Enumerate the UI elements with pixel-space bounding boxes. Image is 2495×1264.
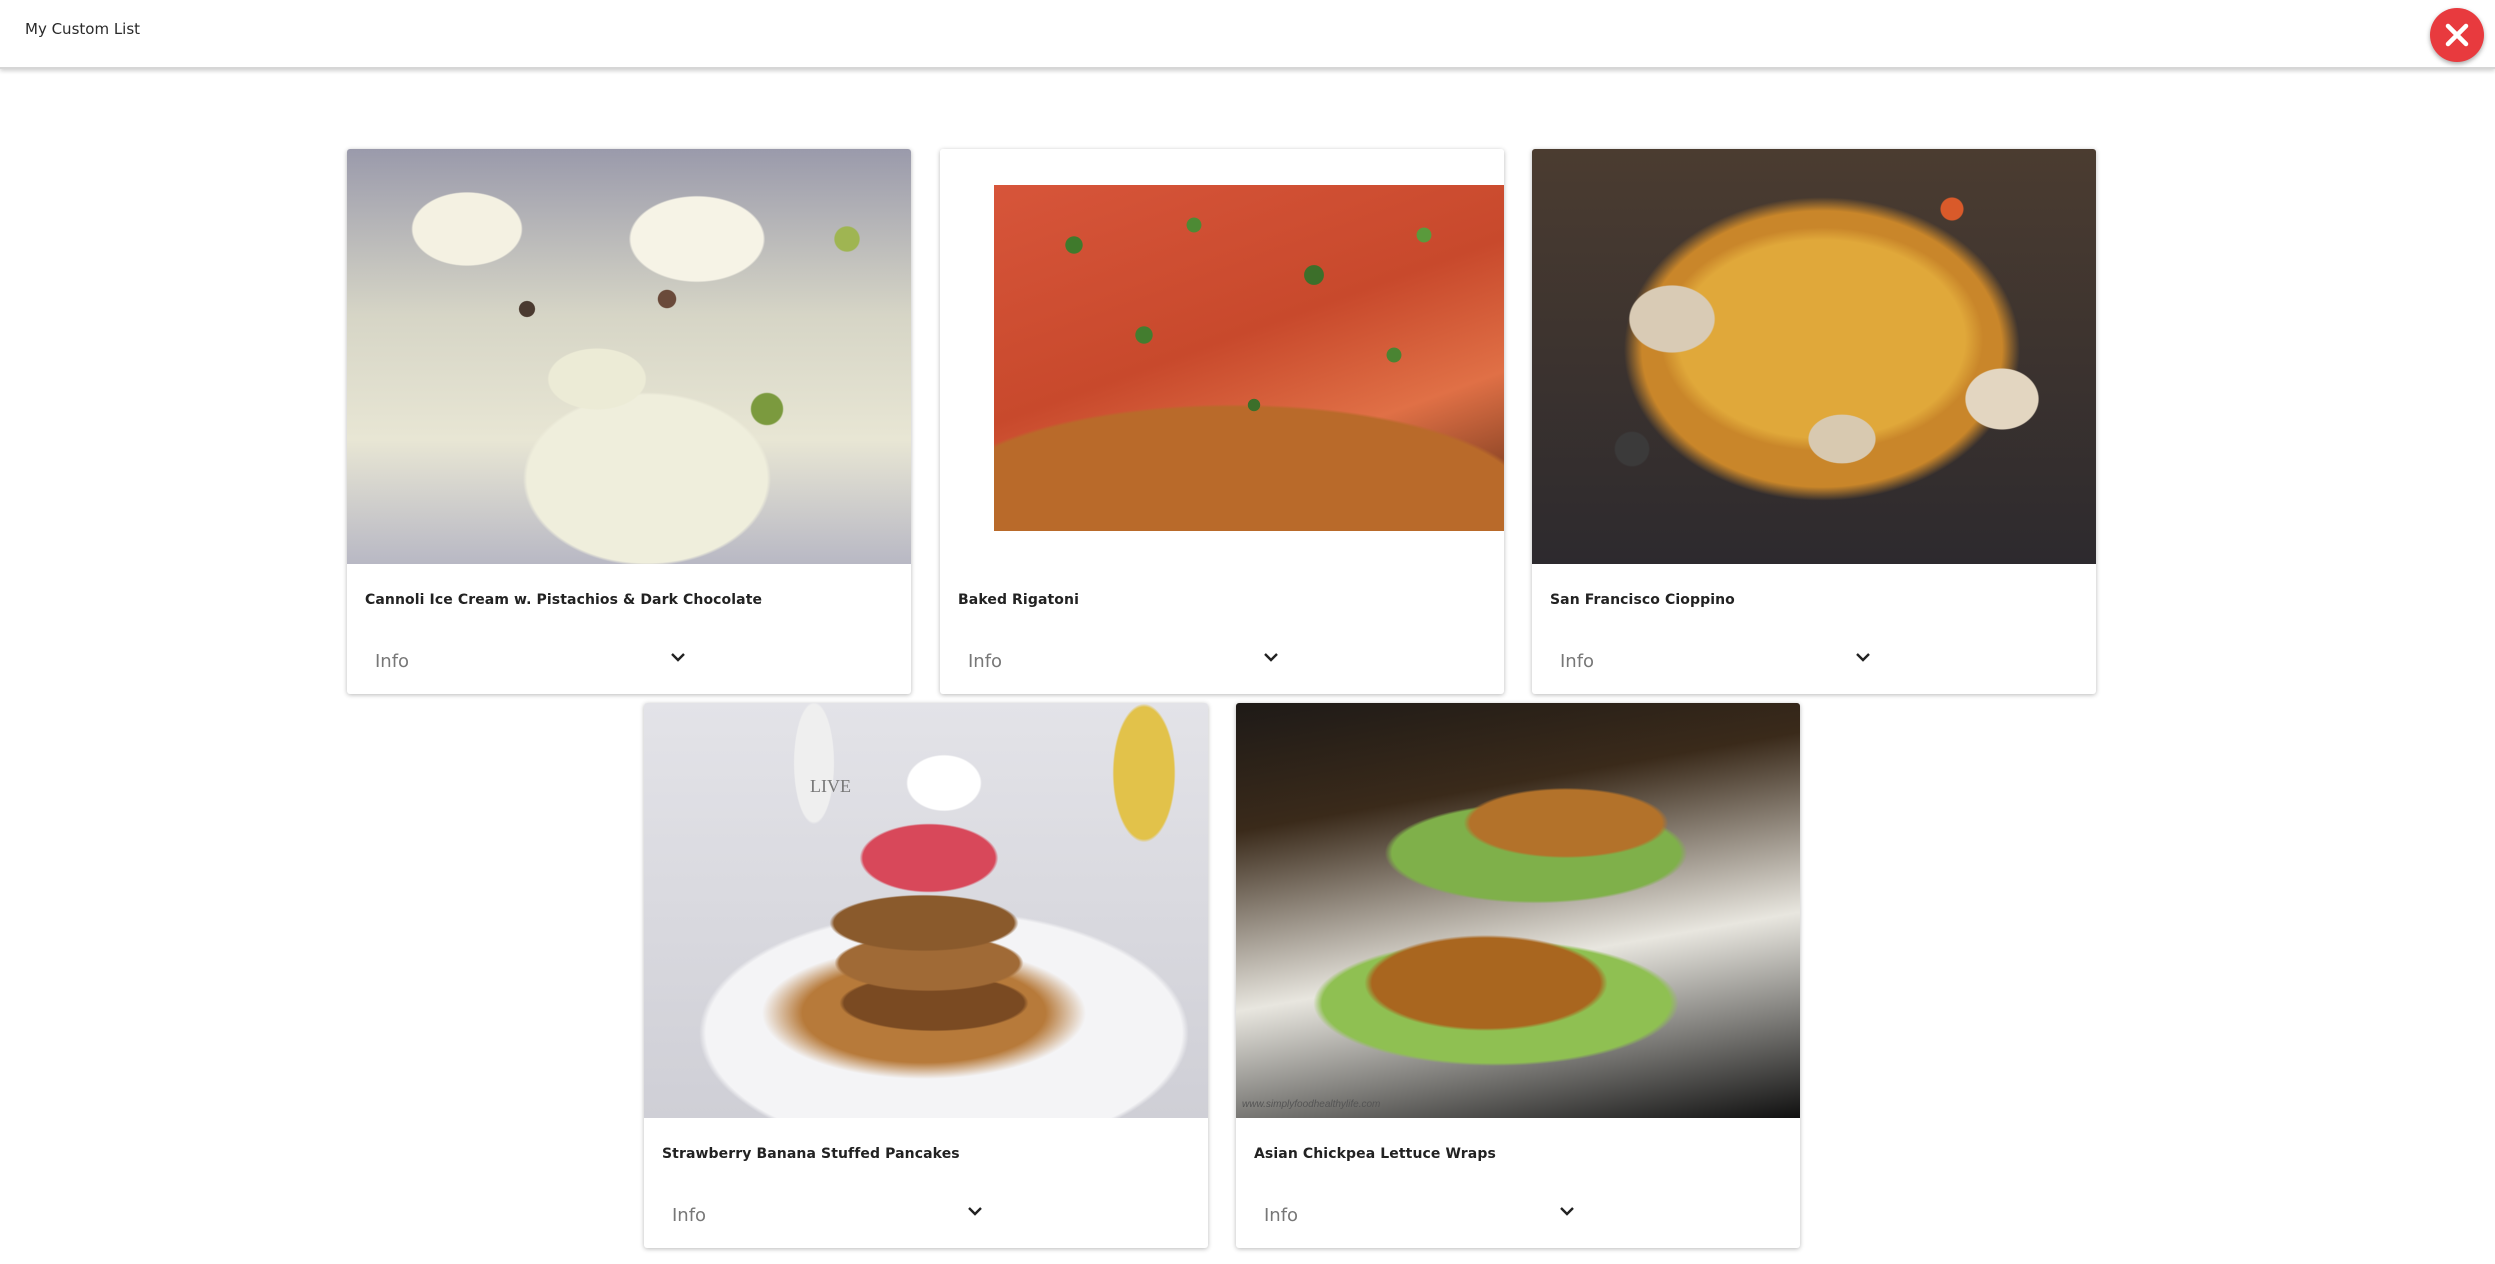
- info-label: Info: [968, 651, 1003, 672]
- top-app-bar: My Custom List: [0, 0, 2495, 69]
- info-expander[interactable]: Info: [644, 1183, 1208, 1243]
- recipe-title: Cannoli Ice Cream w. Pistachios & Dark C…: [365, 592, 763, 608]
- info-label: Info: [672, 1205, 707, 1226]
- info-expander[interactable]: Info: [940, 629, 1504, 689]
- info-label: Info: [1560, 651, 1595, 672]
- recipe-card[interactable]: www.simplyfoodhealthylife.com Asian Chic…: [1236, 703, 1800, 1248]
- info-expander[interactable]: Info: [347, 629, 911, 689]
- recipe-title: San Francisco Cioppino: [1550, 592, 1735, 608]
- recipe-photo: [994, 185, 1504, 531]
- recipe-card[interactable]: Cannoli Ice Cream w. Pistachios & Dark C…: [347, 149, 911, 694]
- recipe-image[interactable]: [940, 149, 1504, 564]
- chevron-down-icon: [671, 653, 685, 662]
- recipe-image[interactable]: LIVE: [644, 703, 1208, 1118]
- recipe-title: Asian Chickpea Lettuce Wraps: [1254, 1146, 1496, 1162]
- image-watermark: www.simplyfoodhealthylife.com: [1242, 1099, 1381, 1110]
- bottle-label: LIVE: [810, 776, 851, 796]
- chevron-down-icon: [1560, 1207, 1574, 1216]
- page-title: My Custom List: [25, 20, 141, 38]
- recipe-card[interactable]: San Francisco Cioppino Info: [1532, 149, 2096, 694]
- chevron-down-icon: [1856, 653, 1870, 662]
- info-expander[interactable]: Info: [1236, 1183, 1800, 1243]
- recipe-image[interactable]: [1532, 149, 2096, 564]
- chevron-down-icon: [1264, 653, 1278, 662]
- info-label: Info: [1264, 1205, 1299, 1226]
- recipe-image[interactable]: [347, 149, 911, 564]
- recipe-title: Strawberry Banana Stuffed Pancakes: [662, 1146, 960, 1162]
- recipe-card[interactable]: Baked Rigatoni Info: [940, 149, 1504, 694]
- recipe-title: Baked Rigatoni: [958, 592, 1079, 608]
- recipe-card[interactable]: LIVE Strawberry Banana Stuffed Pancakes …: [644, 703, 1208, 1248]
- chevron-down-icon: [968, 1207, 982, 1216]
- close-button[interactable]: [2430, 8, 2484, 62]
- info-expander[interactable]: Info: [1532, 629, 2096, 689]
- info-label: Info: [375, 651, 410, 672]
- recipe-image[interactable]: www.simplyfoodhealthylife.com: [1236, 703, 1800, 1118]
- close-icon: [2445, 23, 2469, 47]
